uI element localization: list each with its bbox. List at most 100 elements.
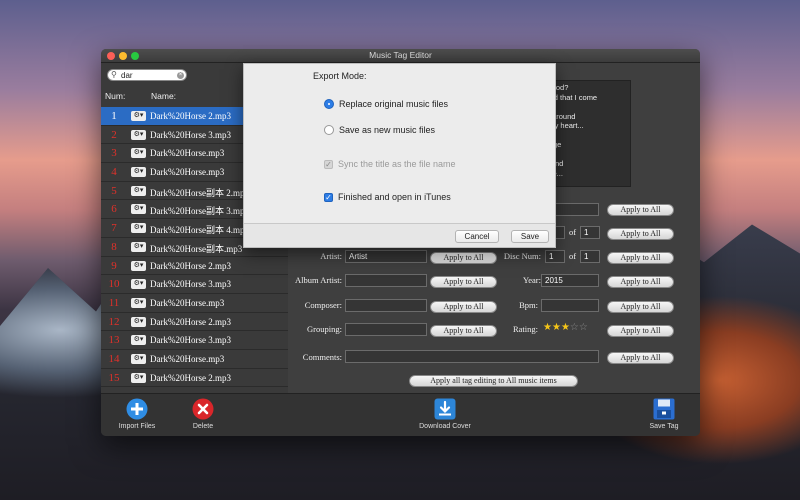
star-empty-icon[interactable]: ☆ bbox=[570, 322, 579, 333]
gear-menu-icon[interactable]: ⚙▾ bbox=[131, 372, 146, 383]
gear-menu-icon[interactable]: ⚙▾ bbox=[131, 297, 146, 308]
gear-menu-icon[interactable]: ⚙▾ bbox=[131, 260, 146, 271]
disc-number-field[interactable]: 1 bbox=[545, 250, 565, 263]
gear-menu-icon[interactable]: ⚙▾ bbox=[131, 223, 146, 234]
track-number: 9 bbox=[111, 259, 117, 272]
save-new-option[interactable]: Save as new music files bbox=[324, 125, 435, 135]
apply-rating-button[interactable]: Apply to All bbox=[607, 325, 674, 337]
rating-label: Rating: bbox=[512, 324, 538, 334]
comments-label: Comments: bbox=[302, 352, 342, 362]
list-item[interactable]: 9 ⚙▾ Dark%20Horse 2.mp3 bbox=[101, 257, 288, 276]
export-mode-label: Export Mode: bbox=[313, 71, 367, 81]
apply-all-tags-button[interactable]: Apply all tag editing to All music items bbox=[409, 375, 578, 387]
list-item[interactable]: 10 ⚙▾ Dark%20Horse 3.mp3 bbox=[101, 275, 288, 294]
grouping-field[interactable] bbox=[345, 323, 427, 336]
import-files-button[interactable]: Import Files bbox=[115, 398, 159, 430]
apply-artist-button[interactable]: Apply to All bbox=[430, 252, 497, 264]
file-name: Dark%20Horse.mp3 bbox=[150, 148, 225, 159]
composer-field[interactable] bbox=[345, 299, 427, 312]
search-field[interactable]: ⚲ dar × bbox=[107, 69, 187, 81]
file-name: Dark%20Horse 2.mp3 bbox=[150, 260, 231, 271]
download-cover-label: Download Cover bbox=[419, 423, 471, 430]
list-item[interactable]: 12 ⚙▾ Dark%20Horse 2.mp3 bbox=[101, 313, 288, 332]
replace-original-option[interactable]: Replace original music files bbox=[324, 99, 448, 109]
gear-menu-icon[interactable]: ⚙▾ bbox=[131, 167, 146, 178]
track-number: 7 bbox=[111, 222, 117, 235]
plus-icon bbox=[126, 398, 148, 420]
gear-menu-icon[interactable]: ⚙▾ bbox=[131, 353, 146, 364]
download-cover-button[interactable]: Download Cover bbox=[415, 398, 475, 430]
bpm-field[interactable] bbox=[541, 299, 599, 312]
file-name: Dark%20Horse副本 4.mp3 bbox=[150, 225, 249, 236]
file-name: Dark%20Horse.mp3 bbox=[150, 167, 225, 178]
star-empty-icon[interactable]: ☆ bbox=[579, 322, 588, 333]
save-new-radio[interactable] bbox=[324, 125, 334, 135]
artist-field[interactable]: Artist bbox=[345, 250, 427, 263]
apply-composer-button[interactable]: Apply to All bbox=[430, 301, 497, 313]
list-item[interactable]: 15 ⚙▾ Dark%20Horse 2.mp3 bbox=[101, 369, 288, 388]
file-name: Dark%20Horse副本 3.mp3 bbox=[150, 206, 249, 217]
import-files-label: Import Files bbox=[118, 423, 156, 430]
year-field[interactable]: 2015 bbox=[541, 274, 599, 287]
sync-title-label: Sync the title as the file name bbox=[338, 159, 456, 169]
track-number: 14 bbox=[108, 352, 120, 365]
track-total-field[interactable]: 1 bbox=[580, 226, 600, 239]
search-input[interactable]: dar bbox=[121, 71, 133, 80]
clear-search-icon[interactable]: × bbox=[177, 72, 184, 79]
save-button[interactable]: Save bbox=[511, 230, 549, 243]
delete-icon bbox=[192, 398, 214, 420]
gear-menu-icon[interactable]: ⚙▾ bbox=[131, 204, 146, 215]
star-filled-icon[interactable]: ★ bbox=[561, 322, 570, 333]
year-label: Year: bbox=[522, 275, 541, 285]
apply-year-button[interactable]: Apply to All bbox=[607, 276, 674, 288]
star-filled-icon[interactable]: ★ bbox=[543, 322, 552, 333]
file-name: Dark%20Horse 3.mp3 bbox=[150, 129, 231, 140]
album-artist-field[interactable] bbox=[345, 274, 427, 287]
gear-menu-icon[interactable]: ⚙▾ bbox=[131, 316, 146, 327]
finished-itunes-label: Finished and open in iTunes bbox=[338, 192, 451, 202]
comments-field[interactable] bbox=[345, 350, 599, 363]
track-number: 10 bbox=[108, 278, 120, 291]
sheet-footer: Cancel Save bbox=[244, 223, 555, 247]
replace-original-radio[interactable] bbox=[324, 99, 334, 109]
track-number: 15 bbox=[108, 371, 120, 384]
apply-album-artist-button[interactable]: Apply to All bbox=[430, 276, 497, 288]
cancel-button[interactable]: Cancel bbox=[455, 230, 499, 243]
finished-itunes-option[interactable]: ✓ Finished and open in iTunes bbox=[324, 192, 451, 202]
gear-menu-icon[interactable]: ⚙▾ bbox=[131, 185, 146, 196]
apply-comments-button[interactable]: Apply to All bbox=[607, 352, 674, 364]
track-number: 6 bbox=[111, 203, 117, 216]
apply-bpm-button[interactable]: Apply to All bbox=[607, 301, 674, 313]
track-of-label: of bbox=[569, 227, 577, 237]
num-column-header: Num: bbox=[105, 91, 126, 101]
finished-itunes-checkbox[interactable]: ✓ bbox=[324, 192, 333, 202]
list-item[interactable]: 14 ⚙▾ Dark%20Horse.mp3 bbox=[101, 350, 288, 369]
list-item[interactable]: 11 ⚙▾ Dark%20Horse.mp3 bbox=[101, 294, 288, 313]
gear-menu-icon[interactable]: ⚙▾ bbox=[131, 148, 146, 159]
apply-grouping-button[interactable]: Apply to All bbox=[430, 325, 497, 337]
file-name: Dark%20Horse.mp3 bbox=[150, 297, 225, 308]
rating-stars[interactable]: ★★★☆☆ bbox=[543, 322, 588, 333]
gear-menu-icon[interactable]: ⚙▾ bbox=[131, 335, 146, 346]
titlebar: Music Tag Editor bbox=[101, 49, 700, 63]
gear-menu-icon[interactable]: ⚙▾ bbox=[131, 111, 146, 121]
gear-menu-icon[interactable]: ⚙▾ bbox=[131, 279, 146, 290]
star-filled-icon[interactable]: ★ bbox=[552, 322, 561, 333]
disc-of-label: of bbox=[569, 251, 577, 261]
bottom-toolbar: Import Files Delete Download Cover Save … bbox=[101, 393, 700, 436]
track-number: 5 bbox=[111, 184, 117, 197]
list-item[interactable]: 13 ⚙▾ Dark%20Horse 3.mp3 bbox=[101, 331, 288, 350]
apply-disc-button[interactable]: Apply to All bbox=[607, 252, 674, 264]
gear-menu-icon[interactable]: ⚙▾ bbox=[131, 129, 146, 140]
apply-album-button[interactable]: Apply to All bbox=[607, 204, 674, 216]
album-artist-label: Album Artist: bbox=[295, 275, 342, 285]
file-name: Dark%20Horse副本.mp3 bbox=[150, 243, 243, 254]
grouping-label: Grouping: bbox=[307, 324, 342, 334]
disc-total-field[interactable]: 1 bbox=[580, 250, 600, 263]
save-tag-button[interactable]: Save Tag bbox=[644, 398, 684, 430]
gear-menu-icon[interactable]: ⚙▾ bbox=[131, 241, 146, 252]
file-name: Dark%20Horse.mp3 bbox=[150, 353, 225, 364]
track-number: 8 bbox=[111, 240, 117, 253]
delete-button[interactable]: Delete bbox=[183, 398, 223, 430]
apply-track-button[interactable]: Apply to All bbox=[607, 228, 674, 240]
